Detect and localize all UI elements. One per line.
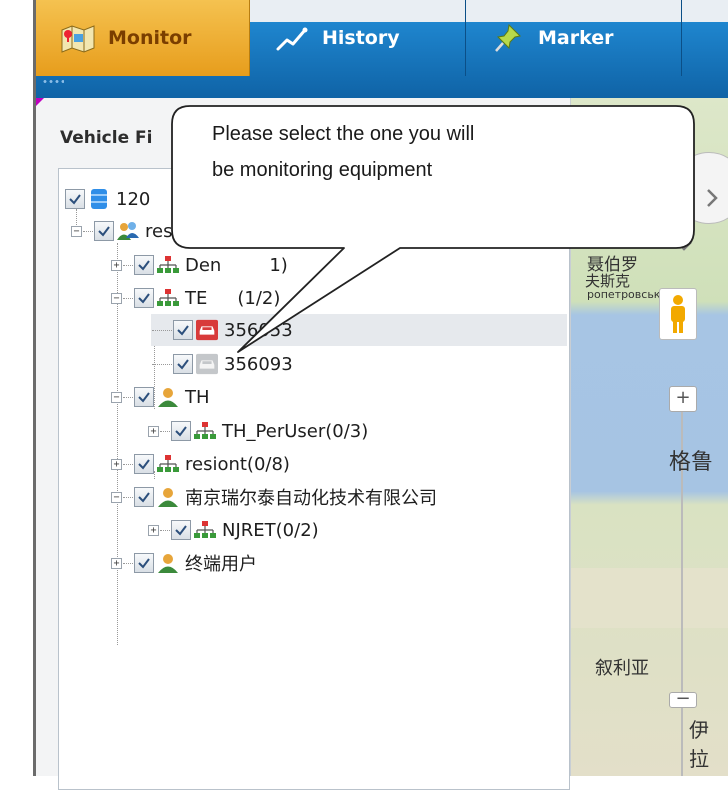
org-chart-icon	[157, 254, 179, 276]
monitor-tab-label: Monitor	[108, 27, 192, 49]
tree-node-label: TH	[185, 386, 210, 408]
map-label: ропетровськ	[587, 288, 661, 301]
checkbox[interactable]	[134, 487, 154, 507]
checkbox[interactable]	[94, 221, 114, 241]
callout-line: Please select the one you will	[212, 123, 475, 145]
toolbar-next-button[interactable]	[682, 0, 692, 76]
org-chart-icon	[157, 287, 179, 309]
marker-tab-button[interactable]: Marker	[466, 0, 682, 76]
tree-node-den[interactable]: + Den 1)	[111, 249, 288, 281]
monitor-tab-button[interactable]: Monitor	[36, 0, 250, 76]
tree-node-njret[interactable]: + NJRET(0/2)	[148, 514, 319, 546]
expand-toggle[interactable]: +	[111, 557, 122, 569]
zoom-out-button[interactable]: −	[669, 690, 697, 708]
checkbox[interactable]	[173, 354, 193, 374]
marker-tab-label: Marker	[538, 27, 614, 49]
panel-corner-marker	[36, 98, 44, 106]
vehicle-tree: 120 − resiont + Den 1) − TE (1/2) 356053…	[58, 168, 570, 790]
tree-node-label: 南京瑞尔泰自动化技术有限公司	[185, 488, 437, 509]
user-group-icon	[117, 220, 139, 242]
user-icon	[157, 386, 179, 408]
callout-text: Please select the one you will be monito…	[212, 116, 682, 188]
tree-node-th-peruser[interactable]: + TH_PerUser(0/3)	[148, 415, 368, 447]
tree-node-terminal-users[interactable]: + 终端用户	[111, 547, 257, 579]
checkbox[interactable]	[171, 520, 191, 540]
collapse-toggle[interactable]: −	[71, 225, 82, 237]
tree-node-label: TH_PerUser(0/3)	[222, 420, 369, 442]
car-offline-icon	[196, 353, 218, 375]
map-icon	[58, 18, 98, 58]
checkbox[interactable]	[134, 454, 154, 474]
panel-title: Vehicle Fi	[60, 128, 153, 148]
chevron-down-icon	[676, 241, 692, 251]
vehicle-filter-panel: Vehicle Fi 120 − resiont + Den 1) − TE (…	[36, 98, 571, 790]
history-tab-label: History	[322, 27, 400, 49]
tree-node-th[interactable]: − TH	[111, 381, 210, 413]
pegman-icon[interactable]	[659, 288, 697, 340]
user-icon	[157, 552, 179, 574]
tree-node-label: NJRET(0/2)	[222, 519, 319, 541]
vehicle-label: 356053	[224, 319, 293, 341]
tree-node-resiont-group[interactable]: + resiont(0/8)	[111, 448, 290, 480]
expand-toggle[interactable]: +	[111, 259, 122, 271]
map-label: 格鲁	[669, 450, 714, 475]
trend-line-icon	[272, 18, 312, 58]
tree-node-label: 120	[116, 188, 151, 210]
car-online-icon	[196, 319, 218, 341]
org-chart-icon	[194, 420, 216, 442]
checkbox[interactable]	[173, 320, 193, 340]
checkbox[interactable]	[171, 421, 191, 441]
tree-node-label: 终端用户	[185, 554, 257, 575]
tree-node-te[interactable]: − TE (1/2)	[111, 282, 280, 314]
chevron-right-icon	[707, 189, 718, 207]
checkbox[interactable]	[134, 288, 154, 308]
tree-node-resiont[interactable]: − resiont	[71, 215, 207, 247]
map-label: 伊拉	[689, 718, 709, 771]
database-icon	[88, 188, 110, 210]
checkbox[interactable]	[65, 189, 85, 209]
pushpin-icon	[488, 18, 528, 58]
expand-toggle[interactable]: +	[111, 458, 122, 470]
map-view[interactable]: 聂伯罗 夫斯克 ропетровськ + − 格鲁 叙利亚 伊拉	[571, 98, 728, 776]
tree-node-label: resiont	[145, 220, 207, 242]
callout-line: be monitoring equipment	[212, 159, 433, 181]
checkbox[interactable]	[134, 553, 154, 573]
tree-node-count: (1/2)	[237, 287, 281, 309]
tree-node-label: resiont(0/8)	[185, 453, 290, 475]
tree-node-count: 1)	[269, 254, 288, 276]
history-tab-button[interactable]: History	[250, 0, 466, 76]
tree-node-label: Den	[185, 254, 222, 276]
collapse-toggle[interactable]: −	[111, 391, 122, 403]
expand-toggle[interactable]: +	[148, 425, 159, 437]
vehicle-item-356053[interactable]: 356053	[151, 314, 567, 346]
checkbox[interactable]	[134, 387, 154, 407]
map-label: 叙利亚	[595, 658, 649, 679]
vehicle-label: 356093	[224, 353, 293, 375]
user-icon	[157, 486, 179, 508]
tree-node-root[interactable]: 120	[65, 183, 150, 215]
tree-node-label: TE	[185, 287, 208, 309]
expand-toggle[interactable]: +	[148, 524, 159, 536]
org-chart-icon	[157, 453, 179, 475]
zoom-in-button[interactable]: +	[669, 386, 697, 412]
tree-node-company[interactable]: − 南京瑞尔泰自动化技术有限公司	[111, 481, 437, 513]
collapse-toggle[interactable]: −	[111, 491, 122, 503]
vehicle-item-356093[interactable]: 356093	[151, 348, 293, 380]
org-chart-icon	[194, 519, 216, 541]
checkbox[interactable]	[134, 255, 154, 275]
collapse-toggle[interactable]: −	[111, 292, 122, 304]
